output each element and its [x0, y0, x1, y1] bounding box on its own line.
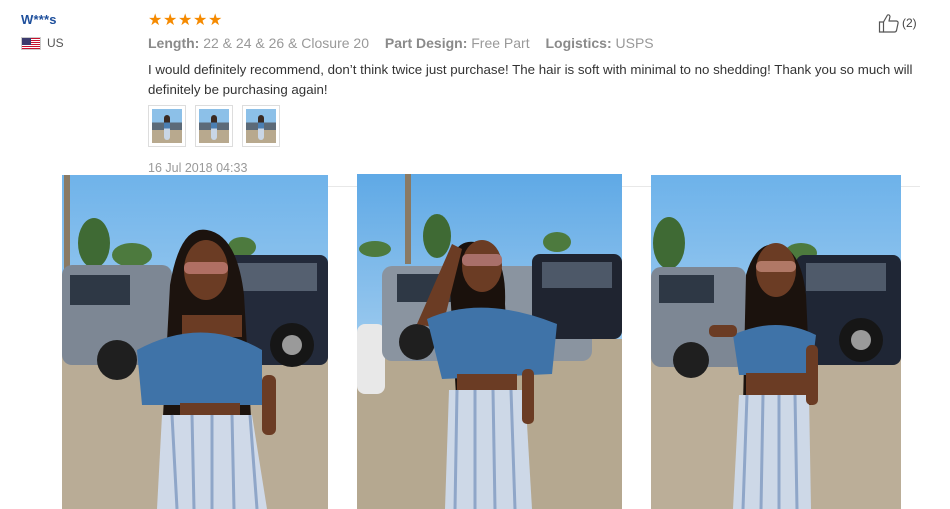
review-thumbnail[interactable]: [148, 105, 186, 147]
reviewer-country: US: [21, 36, 64, 50]
star-icon: ★: [148, 10, 163, 29]
star-icon: ★: [178, 10, 193, 29]
review-photo-large[interactable]: [357, 174, 622, 509]
attribute-length: Length: 22 & 24 & 26 & Closure 20: [148, 35, 369, 51]
thumbs-up-icon[interactable]: [878, 13, 900, 33]
reviewer-name: W***s: [21, 12, 57, 27]
star-icon: ★: [208, 10, 223, 29]
reviewer-info: W***s US: [21, 12, 64, 50]
review-photo-large[interactable]: [651, 175, 901, 509]
review-date: 16 Jul 2018 04:33: [148, 161, 248, 175]
review-thumbnail[interactable]: [195, 105, 233, 147]
attribute-logistics: Logistics: USPS: [545, 35, 654, 51]
review-thumbnail[interactable]: [242, 105, 280, 147]
country-code: US: [47, 36, 64, 50]
review-photo-large[interactable]: [62, 175, 328, 509]
helpful-count: (2): [902, 16, 917, 30]
attribute-part-design: Part Design: Free Part: [384, 35, 530, 51]
us-flag-icon: [21, 36, 41, 50]
star-icon: ★: [193, 10, 208, 29]
product-attributes: Length: 22 & 24 & 26 & Closure 20 Part D…: [148, 35, 666, 51]
review-text: I would definitely recommend, don’t thin…: [148, 62, 913, 97]
review-thumbnails: [148, 105, 280, 147]
star-icon: ★: [163, 10, 178, 29]
helpful-button[interactable]: (2): [878, 13, 917, 33]
star-rating: ★ ★ ★ ★ ★: [148, 12, 223, 28]
